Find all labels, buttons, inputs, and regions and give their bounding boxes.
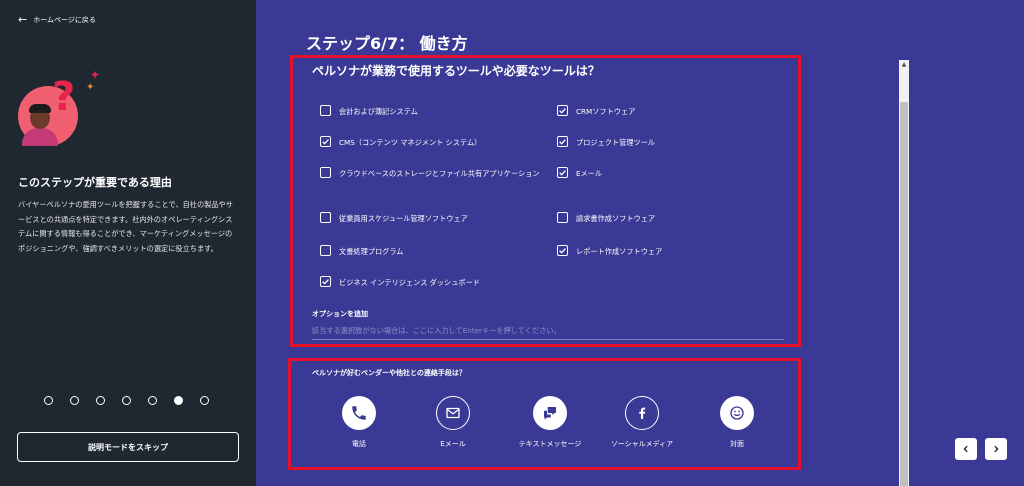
tools-question: ペルソナが業務で使用するツールや必要なツールは？ (312, 64, 600, 78)
contact-option-text-message[interactable]: テキストメッセージ (505, 396, 595, 449)
chevron-right-icon (994, 445, 999, 453)
checkbox-label: 従業員用スケジュール管理ソフトウェア (339, 214, 468, 223)
progress-dot (200, 396, 209, 405)
contact-option-social-media[interactable]: ソーシャルメディア (597, 396, 687, 449)
tool-checkbox-crm[interactable]: CRMソフトウェア (557, 104, 635, 119)
scroll-up-arrow-icon[interactable]: ▲ (899, 60, 909, 70)
contact-option-email[interactable]: Eメール (408, 396, 498, 449)
progress-dot (148, 396, 157, 405)
progress-dot-current (174, 396, 183, 405)
checkbox[interactable] (320, 105, 331, 116)
sidebar: ← ホームページに戻る ? ✦ ✦ このステップが重要である理由 バイヤーペルソ… (0, 0, 256, 486)
envelope-icon (436, 396, 470, 430)
contact-label: 対面 (730, 440, 744, 448)
checkbox[interactable] (557, 167, 568, 178)
phone-icon (342, 396, 376, 430)
chat-icon (533, 396, 567, 430)
progress-dot (70, 396, 79, 405)
sparkle-icon: ✦ (86, 82, 95, 93)
checkbox[interactable] (320, 136, 331, 147)
add-option-label: オプションを追加 (312, 310, 368, 318)
checkmark-icon (322, 139, 329, 145)
contact-option-in-person[interactable]: 対面 (692, 396, 782, 449)
tool-checkbox-project-management[interactable]: プロジェクト管理ツール (557, 135, 655, 150)
why-important-title: このステップが重要である理由 (18, 176, 172, 189)
question-mark-icon: ? (52, 74, 76, 120)
checkmark-icon (559, 108, 566, 114)
checkbox[interactable] (320, 276, 331, 287)
checkbox-label: ビジネス インテリジェンス ダッシュボード (339, 278, 480, 287)
progress-dot (44, 396, 53, 405)
chevron-left-icon (963, 445, 968, 453)
contact-label: ソーシャルメディア (610, 440, 674, 448)
arrow-left-icon: ← (18, 13, 28, 26)
checkmark-icon (322, 279, 329, 285)
checkbox[interactable] (557, 212, 568, 223)
why-important-description: バイヤーペルソナの愛用ツールを把握することで、自社の製品やサービスとの共通点を特… (18, 200, 233, 253)
checkbox[interactable] (320, 212, 331, 223)
tool-checkbox-email[interactable]: Eメール (557, 166, 602, 181)
tool-checkbox-word-processing[interactable]: 文書処理プログラム (320, 244, 403, 259)
vertical-scrollbar[interactable]: ▲ (899, 60, 909, 486)
tool-checkbox-invoicing[interactable]: 請求書作成ソフトウェア (557, 211, 655, 226)
contact-label: 電話 (352, 440, 366, 448)
persona-illustration: ? ✦ ✦ (14, 64, 114, 164)
checkbox[interactable] (320, 245, 331, 256)
contact-question: ペルソナが好むベンダーや他社との連絡手段は？ (312, 369, 466, 377)
tool-checkbox-accounting[interactable]: 会計および簿記システム (320, 104, 418, 119)
checkmark-icon (559, 139, 566, 145)
checkbox-label: 文書処理プログラム (339, 247, 404, 256)
checkbox-label: レポート作成ソフトウェア (576, 247, 663, 256)
checkbox-label: プロジェクト管理ツール (576, 138, 656, 147)
checkbox-label: CRMソフトウェア (576, 107, 636, 116)
tools-section-highlight (290, 55, 801, 347)
back-to-home-link[interactable]: ← ホームページに戻る (18, 13, 96, 26)
next-step-button[interactable] (985, 438, 1007, 460)
tool-checkbox-scheduling[interactable]: 従業員用スケジュール管理ソフトウェア (320, 211, 468, 226)
tool-checkbox-reporting[interactable]: レポート作成ソフトウェア (557, 244, 662, 259)
step-progress-dots (44, 396, 209, 405)
progress-dot (122, 396, 131, 405)
add-option-input[interactable] (312, 322, 784, 340)
smiley-icon (720, 396, 754, 430)
checkmark-icon (559, 248, 566, 254)
tool-checkbox-bi-dashboard[interactable]: ビジネス インテリジェンス ダッシュボード (320, 275, 480, 290)
checkbox-label: CMS（コンテンツ マネジメント システム） (339, 138, 482, 147)
sparkle-icon: ✦ (90, 68, 101, 82)
scrollbar-thumb[interactable] (900, 102, 908, 486)
back-label: ホームページに戻る (33, 16, 96, 24)
checkbox[interactable] (557, 136, 568, 147)
checkbox-label: 会計および簿記システム (339, 107, 418, 116)
checkbox[interactable] (320, 167, 331, 178)
checkbox-label: Eメール (576, 169, 603, 178)
contact-label: Eメール (440, 440, 466, 448)
skip-explanation-button[interactable]: 説明モードをスキップ (17, 432, 239, 462)
facebook-icon (625, 396, 659, 430)
previous-step-button[interactable] (955, 438, 977, 460)
step-title: ステップ6/7： 働き方 (306, 34, 468, 53)
contact-option-phone[interactable]: 電話 (314, 396, 404, 449)
checkbox-label: クラウドベースのストレージとファイル共有アプリケーション (339, 169, 540, 178)
tool-checkbox-cloud-storage[interactable]: クラウドベースのストレージとファイル共有アプリケーション (320, 166, 560, 181)
checkbox[interactable] (557, 105, 568, 116)
checkmark-icon (559, 170, 566, 176)
contact-label: テキストメッセージ (518, 440, 582, 448)
checkbox[interactable] (557, 245, 568, 256)
checkbox-label: 請求書作成ソフトウェア (576, 214, 656, 223)
tool-checkbox-cms[interactable]: CMS（コンテンツ マネジメント システム） (320, 135, 481, 150)
progress-dot (96, 396, 105, 405)
